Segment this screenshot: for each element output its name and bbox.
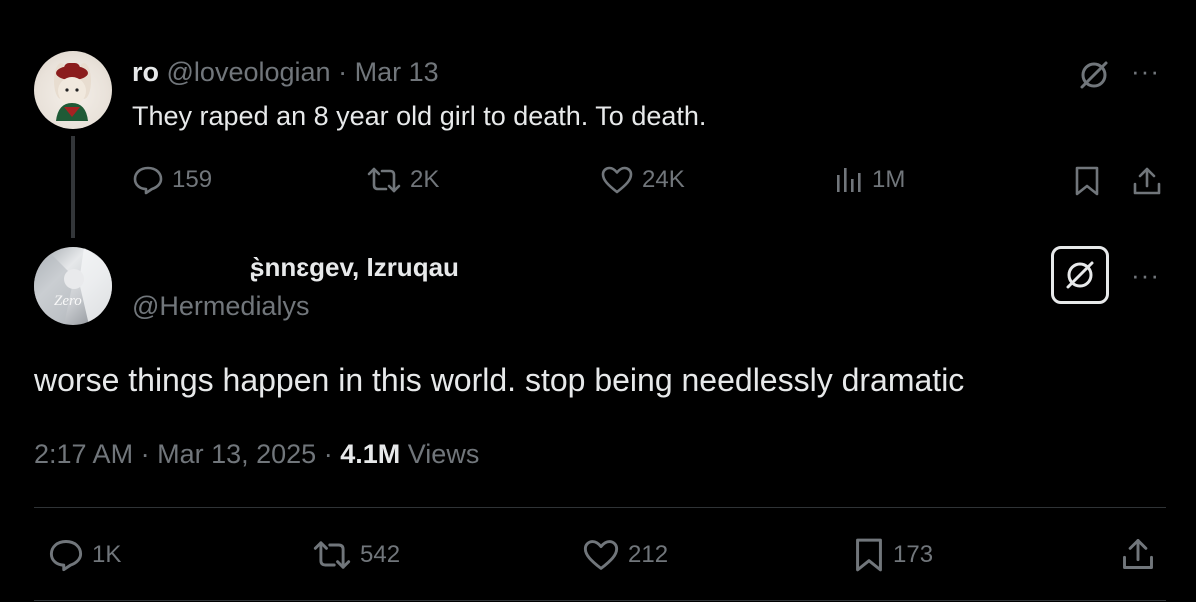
reply-repost-count: 542 bbox=[360, 541, 401, 568]
parent-repost-button[interactable]: 2K bbox=[366, 165, 439, 195]
reply-reply-count: 1K bbox=[92, 541, 122, 568]
share-icon bbox=[1133, 167, 1161, 195]
parent-share-button[interactable] bbox=[1131, 165, 1163, 197]
avatar-reply[interactable]: Zero bbox=[34, 247, 112, 325]
parent-repost-count: 2K bbox=[410, 166, 440, 193]
parent-views-button[interactable]: 1M bbox=[834, 165, 905, 195]
parent-like-button[interactable]: 24K bbox=[600, 165, 685, 195]
reply-meta-line: 2:17 AM · Mar 13, 2025 · 4.1M Views bbox=[34, 437, 479, 471]
repost-icon bbox=[367, 167, 401, 193]
bunny-plush-avatar-image bbox=[54, 63, 91, 121]
parent-tweet-header: ro @loveologian · Mar 13 bbox=[132, 56, 439, 88]
parent-bookmark-button[interactable] bbox=[1073, 165, 1101, 197]
action-bar-divider-top bbox=[34, 507, 1166, 508]
reply-time[interactable]: 2:17 AM bbox=[34, 439, 133, 469]
bookmark-icon bbox=[856, 538, 882, 572]
grok-button[interactable] bbox=[1051, 246, 1109, 304]
meta-separator-2: · bbox=[323, 439, 333, 469]
reply-share-button[interactable] bbox=[1120, 536, 1156, 572]
reply-bookmark-count: 173 bbox=[893, 541, 934, 568]
reply-tweet-text: worse things happen in this world. stop … bbox=[34, 362, 965, 398]
parent-reply-count: 159 bbox=[172, 166, 213, 193]
reply-bookmark-button[interactable]: 173 bbox=[853, 536, 933, 574]
avatar-parent[interactable] bbox=[34, 51, 112, 129]
thread-connector-line bbox=[71, 136, 75, 238]
reply-repost-button[interactable]: 542 bbox=[312, 538, 400, 572]
parent-like-count: 24K bbox=[642, 166, 685, 193]
analytics-icon bbox=[837, 168, 861, 192]
parent-more-icon[interactable]: ··· bbox=[1131, 58, 1160, 84]
parent-tweet-text: They raped an 8 year old girl to death. … bbox=[132, 101, 707, 131]
reply-like-button[interactable]: 212 bbox=[582, 538, 668, 572]
reply-like-count: 212 bbox=[628, 541, 669, 568]
reply-more-icon[interactable]: ··· bbox=[1131, 262, 1160, 288]
reply-views-count: 4.1M bbox=[340, 439, 401, 469]
tweet-thread: ro @loveologian · Mar 13 ··· They raped … bbox=[0, 0, 1196, 602]
reply-handle[interactable]: @Hermedialys bbox=[132, 290, 309, 322]
parent-views-count: 1M bbox=[872, 166, 906, 193]
reply-reply-button[interactable]: 1K bbox=[48, 538, 121, 572]
comment-icon bbox=[133, 166, 163, 195]
parent-display-name[interactable]: ro bbox=[132, 57, 159, 87]
grok-icon[interactable] bbox=[1077, 58, 1111, 97]
comment-icon bbox=[49, 540, 83, 572]
action-bar-divider-bottom bbox=[34, 600, 1166, 601]
anime-character-avatar-image: Zero bbox=[34, 247, 112, 325]
meta-separator-1: · bbox=[140, 439, 150, 469]
reply-views-label: Views bbox=[407, 439, 480, 469]
parent-handle[interactable]: @loveologian bbox=[167, 57, 331, 87]
parent-dot-separator: · bbox=[338, 57, 348, 87]
grok-icon bbox=[1066, 261, 1094, 289]
share-icon bbox=[1123, 539, 1153, 569]
heart-icon bbox=[583, 540, 619, 570]
reply-date[interactable]: Mar 13, 2025 bbox=[157, 439, 316, 469]
repost-icon bbox=[313, 541, 351, 569]
parent-reply-button[interactable]: 159 bbox=[132, 165, 212, 195]
bookmark-icon bbox=[1075, 166, 1099, 196]
parent-date[interactable]: Mar 13 bbox=[355, 57, 439, 87]
reply-display-name[interactable]: ʂ̀nnɛgev, Izruqau bbox=[250, 252, 459, 282]
heart-icon bbox=[601, 166, 633, 194]
svg-text:Zero: Zero bbox=[54, 293, 82, 309]
